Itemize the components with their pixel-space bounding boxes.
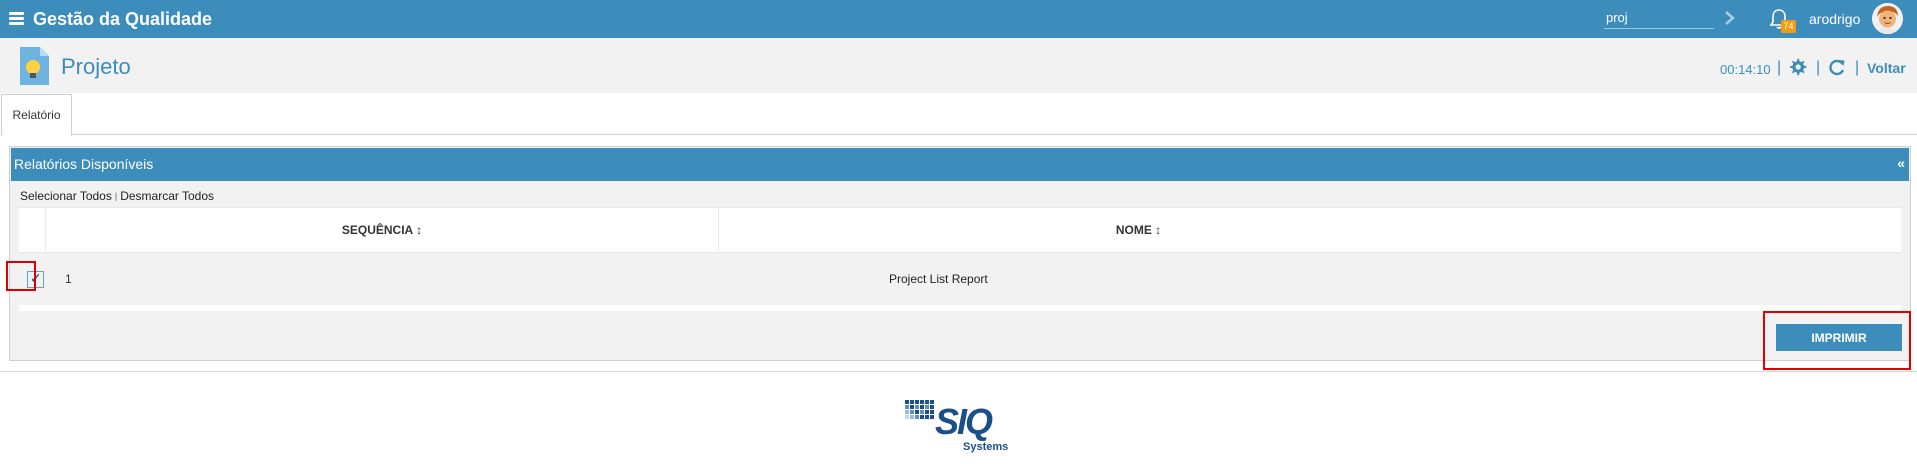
gear-icon[interactable]	[1789, 58, 1807, 76]
menu-icon[interactable]	[9, 12, 24, 25]
reports-panel: Relatórios Disponíveis « Selecionar Todo…	[9, 146, 1911, 361]
project-document-icon	[20, 47, 49, 85]
page-title: Projeto	[61, 54, 131, 79]
app-title: Gestão da Qualidade	[33, 9, 213, 29]
tab-bar: Relatório	[0, 93, 1917, 136]
column-header-sequencia[interactable]: SEQUÊNCIA ↕	[45, 208, 718, 253]
select-all-link[interactable]: Selecionar Todos	[20, 189, 112, 203]
logo-subtitle: Systems	[963, 441, 1009, 453]
divider: |	[1816, 59, 1821, 76]
table-row[interactable]: 1 Project List Report	[19, 253, 1901, 305]
divider: |	[1855, 59, 1860, 76]
table-header: SEQUÊNCIA ↕ NOME ↕	[19, 207, 1901, 253]
name-cell: Project List Report	[889, 272, 988, 286]
collapse-icon[interactable]: «	[1897, 155, 1905, 171]
page-header: Projeto 00:14:10 | | | Voltar	[0, 38, 1917, 93]
search-input[interactable]	[1604, 7, 1714, 29]
username[interactable]: arodrigo	[1809, 11, 1860, 27]
sequence-cell: 1	[65, 272, 72, 286]
chevron-right-icon[interactable]	[1722, 7, 1738, 29]
panel-title: Relatórios Disponíveis	[14, 156, 154, 172]
reports-table: SEQUÊNCIA ↕ NOME ↕ 1 Project List Report	[19, 207, 1901, 311]
link-divider: |	[114, 191, 118, 201]
session-timer: 00:14:10	[1720, 62, 1771, 77]
column-header-nome[interactable]: NOME ↕	[718, 208, 1558, 253]
notification-badge: 74	[1781, 20, 1796, 33]
table-footer-spacer	[19, 305, 1901, 311]
footer-divider	[0, 371, 1917, 372]
refresh-icon[interactable]	[1828, 58, 1846, 76]
print-highlight	[1763, 311, 1911, 370]
divider: |	[1777, 59, 1782, 76]
logo-text: SIQ	[935, 401, 993, 442]
checkbox-column-header	[19, 208, 45, 253]
avatar[interactable]	[1872, 3, 1903, 34]
avatar-icon	[1872, 3, 1903, 34]
tab-relatorio[interactable]: Relatório	[1, 94, 72, 136]
deselect-all-link[interactable]: Desmarcar Todos	[120, 189, 214, 203]
selection-links: Selecionar Todos | Desmarcar Todos	[20, 189, 214, 203]
checkbox-highlight	[6, 261, 36, 291]
panel-header: Relatórios Disponíveis «	[11, 148, 1909, 181]
back-link[interactable]: Voltar	[1867, 60, 1906, 76]
top-bar: Gestão da Qualidade 74 arodrigo	[0, 0, 1917, 38]
